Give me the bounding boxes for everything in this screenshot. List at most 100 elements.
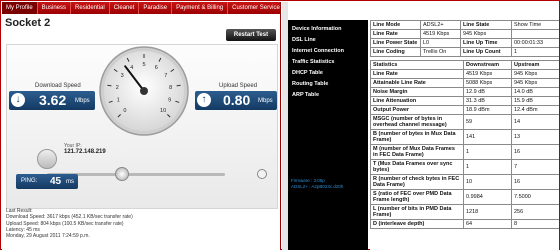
stat-label: Output Power: [370, 105, 464, 115]
page-title: Socket 2: [5, 17, 51, 29]
column-header-statistics: Statistics: [370, 60, 464, 70]
status-label: Line Coding: [370, 47, 421, 57]
stat-label: Line Rate: [370, 69, 464, 79]
speedtest-pane: My Profile Business Residential Cleanet …: [2, 2, 281, 250]
top-nav: My Profile Business Residential Cleanet …: [2, 2, 280, 14]
adsl-version: ADSL2+ : A2pB023c.d20h: [291, 184, 344, 189]
stat-upstream: 7: [511, 159, 559, 175]
last-result: Last Result: Download Speed: 3617 kbps (…: [6, 208, 276, 239]
gauge-tick-label: 6: [155, 65, 158, 71]
upload-speed-label: Upload Speed: [219, 83, 258, 89]
table-row: D (interleave depth) 64 8: [370, 219, 559, 229]
gauge-tick-label: 3: [121, 73, 124, 79]
gauge-tick: [176, 84, 181, 87]
ping-box: PING: 45 ms: [16, 174, 78, 189]
gauge-tick-label: 7: [164, 73, 167, 79]
status-value: ADSL2+: [420, 20, 461, 30]
status-label: Line Up Time: [460, 38, 512, 48]
status-value: Show Time: [511, 20, 559, 30]
ip-value: 121.72.148.219: [64, 149, 106, 155]
table-row: T (Mux Data Frames over sync bytes) 1 7: [370, 159, 559, 175]
stat-upstream: 13: [511, 129, 559, 145]
stat-label: S (ratio of FEC over PMD Data Frame leng…: [370, 189, 464, 205]
gauge-tick: [107, 84, 112, 87]
firmware-info: Firmware : 3.05p ADSL2+ : A2pB023c.d20h: [291, 178, 343, 190]
ping-dial-icon: [37, 149, 57, 169]
table-row: Output Power 18.9 dBm 12.4 dBm: [370, 105, 559, 115]
gauge-tick-label: 2: [116, 85, 119, 91]
table-row: Line Rate 4519 Kbps 945 Kbps: [370, 69, 559, 79]
stat-downstream: 1218: [463, 204, 512, 220]
nav-cleanet[interactable]: Cleanet: [110, 2, 140, 14]
gauge-tick-label: 0: [123, 108, 126, 114]
stat-label: MSGC (number of bytes in overhead channe…: [370, 114, 464, 130]
stat-label: Line Attenuation: [370, 96, 464, 106]
stat-label: R (number of check bytes in FEC Data Fra…: [370, 174, 464, 190]
stat-downstream: 31.3 dB: [463, 96, 512, 106]
sidebar-item-arp-table[interactable]: ARP Table: [292, 92, 319, 98]
table-row: R (number of check bytes in FEC Data Fra…: [370, 174, 559, 190]
stat-downstream: 5088 Kbps: [463, 78, 512, 88]
stat-upstream: 945 Kbps: [511, 69, 559, 79]
line-status-table: Line Mode ADSL2+ Line State Show Time Li…: [370, 20, 559, 57]
ping-slider-handle[interactable]: [115, 167, 129, 181]
table-row: S (ratio of FEC over PMD Data Frame leng…: [370, 189, 559, 205]
stat-downstream: 10: [463, 174, 512, 190]
stat-label: T (Mux Data Frames over sync bytes): [370, 159, 464, 175]
status-label: Line Mode: [370, 20, 421, 30]
speed-gauge: 01 234 5 678 910: [99, 46, 189, 136]
status-value: 945 Kbps: [460, 29, 512, 39]
stat-label: Noise Margin: [370, 87, 464, 97]
download-speed-box: ↓ 3.62 Mbps: [9, 91, 95, 110]
nav-paradise[interactable]: Paradise: [139, 2, 173, 14]
stat-upstream: 256: [511, 204, 559, 220]
upload-speed-unit: Mbps: [258, 98, 273, 104]
nav-payment-billing[interactable]: Payment & Billing: [172, 2, 229, 14]
table-row: B (number of bytes in Mux Data Frame) 141…: [370, 129, 559, 145]
stat-label: L (number of bits in PMD Data Frame): [370, 204, 464, 220]
gauge-tick-label: 9: [168, 97, 171, 103]
stat-label: M (number of Mux Data Frames in FEC Data…: [370, 144, 464, 160]
status-label: Line Power State: [370, 38, 421, 48]
gauge-tick-label: 5: [142, 62, 145, 68]
table-row: Attainable Line Rate 5088 Kbps 945 Kbps: [370, 78, 559, 88]
result-timestamp: Monday, 29 August 2011 7:24:59 p.m.: [6, 233, 90, 240]
nav-residential[interactable]: Residential: [71, 2, 110, 14]
column-header-downstream: Downstream: [463, 60, 512, 70]
settings-knob-icon[interactable]: [257, 169, 267, 179]
nav-customer-services[interactable]: Customer Services: [228, 2, 280, 14]
gauge-tick-label: 10: [160, 108, 166, 114]
stat-upstream: 15.9 dB: [511, 96, 559, 106]
stat-upstream: 8: [511, 219, 559, 229]
stat-downstream: 18.9 dBm: [463, 105, 512, 115]
gauge-tick-label: 1: [117, 97, 120, 103]
upload-speed-value: 0.80: [223, 92, 251, 108]
stat-downstream: 1: [463, 144, 512, 160]
sidebar-item-traffic-statistics[interactable]: Traffic Statistics: [292, 59, 335, 65]
status-value: 1: [511, 47, 559, 57]
gauge-tick-label: 8: [169, 85, 172, 91]
table-row: Line Attenuation 31.3 dB 15.9 dB: [370, 96, 559, 106]
sidebar-item-dhcp-table[interactable]: DHCP Table: [292, 70, 323, 76]
ping-label: PING:: [21, 178, 38, 184]
status-label: Line State: [460, 20, 512, 30]
table-row: MSGC (number of bytes in overhead channe…: [370, 114, 559, 130]
window-frame: My Profile Business Residential Cleanet …: [0, 0, 560, 250]
status-value: L0: [420, 38, 461, 48]
stat-downstream: 141: [463, 129, 512, 145]
sidebar-item-dsl-line[interactable]: DSL Line: [292, 37, 316, 43]
download-speed-label: Download Speed: [35, 83, 81, 89]
ping-unit: ms: [66, 179, 74, 185]
nav-business[interactable]: Business: [38, 2, 72, 14]
sidebar-item-device-information[interactable]: Device Information: [292, 26, 342, 32]
stat-upstream: 14.0 dB: [511, 87, 559, 97]
sidebar-item-routing-table[interactable]: Routing Table: [292, 81, 328, 87]
status-value: Trellis On: [420, 47, 461, 57]
restart-test-button[interactable]: Restart Test: [226, 29, 276, 41]
stat-downstream: 59: [463, 114, 512, 130]
nav-my-profile[interactable]: My Profile: [2, 2, 38, 14]
speedtest-panel: Download Speed ↓ 3.62 Mbps Upload Speed …: [6, 44, 278, 209]
stat-upstream: 7.5000: [511, 189, 559, 205]
sidebar-item-internet-connection[interactable]: Internet Connection: [292, 48, 344, 54]
stat-downstream: 12.9 dB: [463, 87, 512, 97]
